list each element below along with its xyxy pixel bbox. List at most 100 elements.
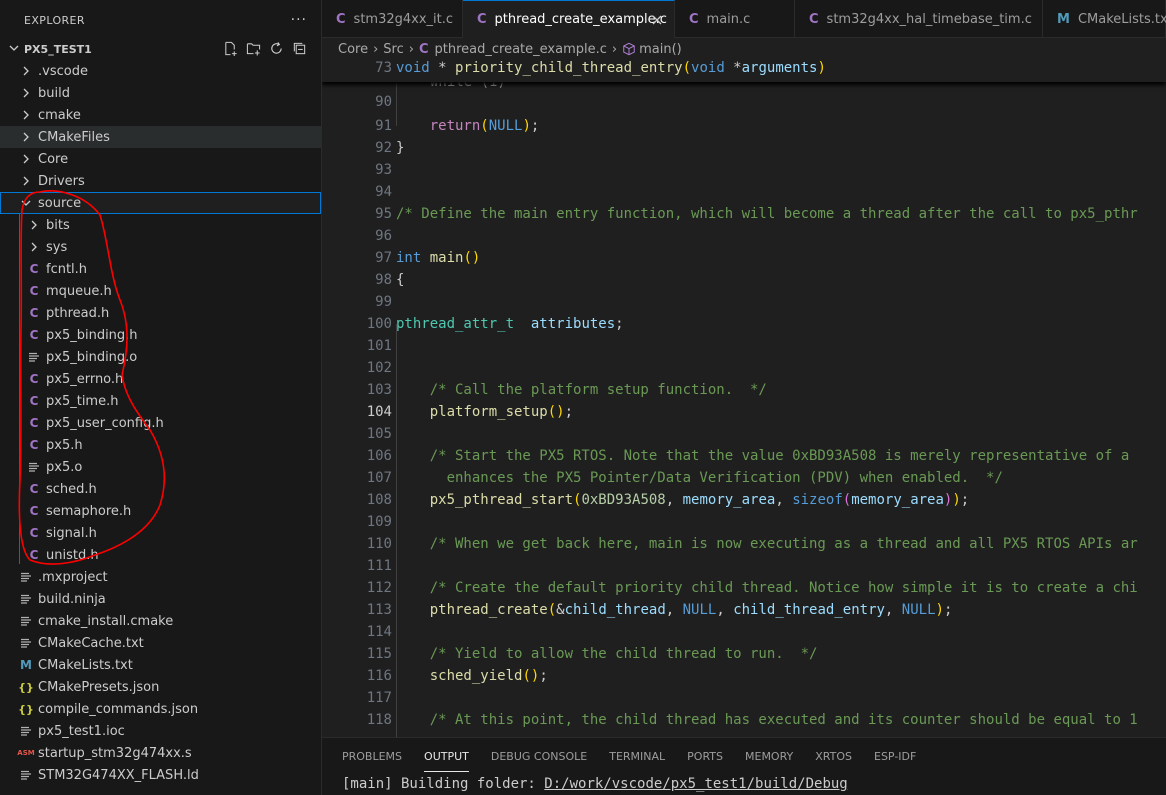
new-folder-icon[interactable] [246,41,261,56]
code-line[interactable]: 97 int main() [322,247,1166,269]
tree-item[interactable]: M CMakeLists.txt [0,654,321,676]
new-file-icon[interactable] [223,41,238,56]
breadcrumb-symbol[interactable]: main() [639,42,682,57]
tree-item-label: mqueue.h [46,283,112,299]
code-text: /* Create the default priority child thr… [396,580,1138,596]
code-line[interactable]: 109 [322,511,1166,533]
code-line[interactable]: 107 enhances the PX5 Pointer/Data Verifi… [322,467,1166,489]
code-line[interactable]: 92} [322,137,1166,159]
code-editor[interactable]: while (1) 73 void * priority_child_threa… [322,60,1166,737]
tab-2[interactable]: Cmain.c [675,0,795,38]
collapse-all-icon[interactable] [292,41,307,56]
breadcrumb-core[interactable]: Core [338,42,368,57]
tree-item[interactable]: .mxproject [0,566,321,588]
code-line[interactable]: 111 [322,555,1166,577]
tree-item[interactable]: Core [0,148,321,170]
tree-item[interactable]: CMakeCache.txt [0,632,321,654]
code-line[interactable]: 103 /* Call the platform setup function.… [322,379,1166,401]
panel-tab[interactable]: PORTS [687,750,723,772]
panel-tab[interactable]: DEBUG CONSOLE [491,750,587,772]
panel-tab[interactable]: PROBLEMS [342,750,402,772]
lines-file-icon [19,723,33,739]
tree-item[interactable]: Csemaphore.h [0,500,321,522]
tree-item[interactable]: source [0,192,321,214]
tree-item[interactable]: STM32G474XX_FLASH.ld [0,764,321,786]
tree-item[interactable]: build [0,82,321,104]
tree-item[interactable]: ASM startup_stm32g474xx.s [0,742,321,764]
tree-item[interactable]: cmake_install.cmake [0,610,321,632]
tree-item-label: px5_time.h [46,393,119,409]
tree-item[interactable]: bits [0,214,321,236]
tree-item[interactable]: Csched.h [0,478,321,500]
code-line[interactable]: 115 /* Yield to allow the child thread t… [322,643,1166,665]
tab-0[interactable]: Cstm32g4xx_it.c [322,0,463,38]
tree-item[interactable]: Cpx5.h [0,434,321,456]
tree-item[interactable]: Drivers [0,170,321,192]
tree-item-label: px5_test1.ioc [38,723,125,739]
sticky-scroll-line[interactable]: 73 void * priority_child_thread_entry(vo… [322,60,1166,82]
tree-item[interactable]: Cpx5_binding.h [0,324,321,346]
panel-tab[interactable]: OUTPUT [424,750,469,772]
code-line[interactable]: 110 /* When we get back here, main is no… [322,533,1166,555]
tab-4[interactable]: MCMakeLists.txt.\ [1043,0,1166,38]
tree-item[interactable]: sys [0,236,321,258]
code-line[interactable]: 91 return(NULL); [322,115,1166,137]
tree-item[interactable]: px5.o [0,456,321,478]
panel-tab[interactable]: ESP-IDF [874,750,916,772]
tree-item[interactable]: Cpx5_time.h [0,390,321,412]
code-line[interactable]: 108 px5_pthread_start(0xBD93A508, memory… [322,489,1166,511]
line-number: 73 [375,60,392,76]
code-line[interactable]: 106 /* Start the PX5 RTOS. Note that the… [322,445,1166,467]
tab-1[interactable]: Cpthread_create_example.c [463,0,675,38]
tree-item[interactable]: {} CMakePresets.json [0,676,321,698]
tree-item[interactable]: Cpthread.h [0,302,321,324]
code-line[interactable]: 118 /* At this point, the child thread h… [322,709,1166,731]
code-line[interactable]: 112 /* Create the default priority child… [322,577,1166,599]
tree-item[interactable]: Cunistd.h [0,544,321,566]
code-line[interactable]: 90 [322,91,1166,113]
panel-tab[interactable]: MEMORY [745,750,793,772]
tree-item[interactable]: .vscode [0,60,321,82]
code-line[interactable]: 116 sched_yield(); [322,665,1166,687]
output-path-link[interactable]: D:/work/vscode/px5_test1/build/Debug [544,776,847,792]
tree-item-label: px5_user_config.h [46,415,164,431]
code-line[interactable]: 98{ [322,269,1166,291]
code-line[interactable]: 95/* Define the main entry function, whi… [322,203,1166,225]
code-line[interactable]: 93 [322,159,1166,181]
breadcrumb-file[interactable]: pthread_create_example.c [435,42,607,57]
code-line[interactable]: 102 [322,357,1166,379]
code-line[interactable]: 105 [322,423,1166,445]
code-line[interactable]: 100 pthread_attr_t attributes; [322,313,1166,335]
code-text: int main() [396,250,481,266]
tree-item[interactable]: px5_test1.ioc [0,720,321,742]
tree-item[interactable]: Cpx5_errno.h [0,368,321,390]
tree-item[interactable]: Cmqueue.h [0,280,321,302]
file-tree: .vscode build cmake CMakeFiles Core Drivers so… [0,60,321,786]
code-line[interactable]: 113 pthread_create(&child_thread, NULL, … [322,599,1166,621]
code-text: enhances the PX5 Pointer/Data Verificati… [396,470,1003,486]
code-line[interactable]: 101 [322,335,1166,357]
workspace-header[interactable]: PX5_TEST1 [0,38,321,60]
tree-item[interactable]: CMakeFiles [0,126,321,148]
code-text: /* Call the platform setup function. */ [396,382,767,398]
code-line[interactable]: 99 [322,291,1166,313]
panel-tab[interactable]: XRTOS [815,750,852,772]
tab-3[interactable]: Cstm32g4xx_hal_timebase_tim.c [795,0,1043,38]
code-line[interactable]: 114 [322,621,1166,643]
tree-item[interactable]: Cpx5_user_config.h [0,412,321,434]
code-line[interactable]: 117 [322,687,1166,709]
close-icon[interactable] [650,13,664,27]
tree-item[interactable]: {} compile_commands.json [0,698,321,720]
refresh-icon[interactable] [269,41,284,56]
tree-item[interactable]: px5_binding.o [0,346,321,368]
tree-item[interactable]: Cfcntl.h [0,258,321,280]
panel-tab[interactable]: TERMINAL [609,750,665,772]
code-line[interactable]: 94 [322,181,1166,203]
tree-item[interactable]: cmake [0,104,321,126]
more-actions-icon[interactable]: ··· [291,12,307,28]
tree-item[interactable]: Csignal.h [0,522,321,544]
breadcrumb-src[interactable]: Src [383,42,403,57]
code-line[interactable]: 104 platform_setup(); [322,401,1166,423]
tree-item[interactable]: build.ninja [0,588,321,610]
code-line[interactable]: 96 [322,225,1166,247]
